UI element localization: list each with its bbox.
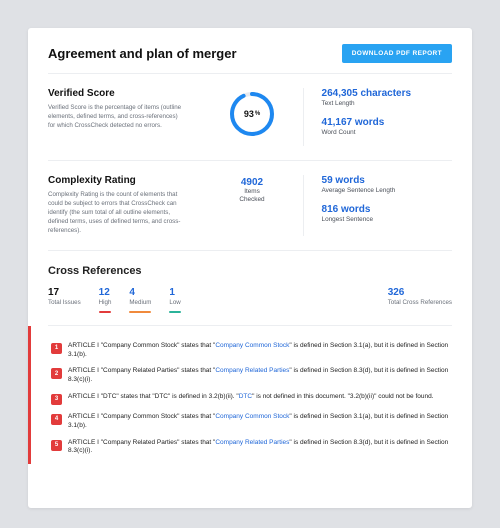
xstat-value: 12 [99,287,112,298]
severity-bar-medium [129,311,151,313]
stat-label: Average Sentence Length [322,187,452,194]
stat-longest-sentence: 816 words Longest Sentence [322,204,452,223]
issue-badge: 2 [51,368,62,379]
stat-text-length: 264,305 characters Text Length [322,88,452,107]
severity-bar-low [169,311,180,313]
stat-value: 816 words [322,204,452,215]
issue-row[interactable]: 5 ARTICLE I "Company Related Parties" sta… [51,435,452,461]
xstat-high[interactable]: 12 High [99,287,112,313]
xstat-label: Total Cross References [388,299,452,306]
stat-avg-sentence: 59 words Average Sentence Length [322,175,452,194]
complexity-title: Complexity Rating [48,175,182,186]
issue-text: ARTICLE I "Company Common Stock" states … [68,342,452,360]
xstat-value: 1 [169,287,180,298]
xstat-value: 326 [388,287,452,298]
issue-text: ARTICLE I "DTC" states that "DTC" is def… [68,393,434,405]
items-checked-block: 4902 Items Checked [202,175,303,236]
severity-bar-high [99,311,112,313]
issue-row[interactable]: 2 ARTICLE I "Company Related Parties" sta… [51,363,452,389]
page-title: Agreement and plan of merger [48,46,237,61]
defined-term-link[interactable]: DTC [239,393,252,400]
complexity-description: Complexity Rating is the count of elemen… [48,191,182,236]
items-checked-label-2: Checked [239,196,264,204]
xstat-low[interactable]: 1 Low [169,287,180,313]
issues-list: 1 ARTICLE I "Company Common Stock" states… [28,326,472,464]
issue-row[interactable]: 1 ARTICLE I "Company Common Stock" states… [51,338,452,364]
xstat-label: Medium [129,299,151,306]
stat-label: Text Length [322,100,452,107]
stat-value: 41,167 words [322,117,452,128]
issue-badge: 5 [51,440,62,451]
issue-text: ARTICLE I "Company Related Parties" stat… [68,439,452,457]
verified-score-block: Verified Score Verified Score is the per… [48,88,202,146]
cross-references-title: Cross References [48,265,452,277]
xstat-value: 4 [129,287,151,298]
issue-badge: 3 [51,394,62,405]
issue-badge: 4 [51,414,62,425]
defined-term-link[interactable]: Company Related Parties [215,439,289,446]
report-card: Agreement and plan of merger DOWNLOAD PD… [28,28,472,508]
document-stats: 264,305 characters Text Length 41,167 wo… [303,88,452,146]
stat-label: Longest Sentence [322,216,452,223]
cross-references-stats: 17 Total Issues 12 High 4 Medium 1 Low 3… [28,285,472,313]
issue-text: ARTICLE I "Company Related Parties" stat… [68,367,452,385]
stat-value: 59 words [322,175,452,186]
xstat-value: 17 [48,287,81,298]
xstat-label: Low [169,299,180,306]
stat-value: 264,305 characters [322,88,452,99]
gauge-percent-suffix: % [255,111,260,117]
defined-term-link[interactable]: Company Common Stock [215,342,289,349]
defined-term-link[interactable]: Company Common Stock [215,413,289,420]
verified-score-title: Verified Score [48,88,182,99]
issue-text: ARTICLE I "Company Common Stock" states … [68,413,452,431]
items-checked-label-1: Items [239,188,264,196]
xstat-label: Total Issues [48,299,81,306]
stat-word-count: 41,167 words Word Count [322,117,452,136]
xstat-total-issues: 17 Total Issues [48,287,81,313]
items-checked-value: 4902 [239,177,264,188]
header: Agreement and plan of merger DOWNLOAD PD… [28,28,472,73]
gauge-percent: 93 [244,109,254,119]
verified-score-description: Verified Score is the percentage of item… [48,104,182,131]
cross-references-header: Cross References [28,251,472,285]
xstat-label: High [99,299,112,306]
issue-row[interactable]: 4 ARTICLE I "Company Common Stock" states… [51,409,452,435]
issue-row[interactable]: 3 ARTICLE I "DTC" states that "DTC" is de… [51,389,452,409]
complexity-block: Complexity Rating Complexity Rating is t… [48,175,202,236]
complexity-section: Complexity Rating Complexity Rating is t… [28,161,472,250]
verified-score-gauge: 93% [202,88,303,146]
defined-term-link[interactable]: Company Related Parties [215,367,289,374]
verified-score-section: Verified Score Verified Score is the per… [28,74,472,160]
issue-badge: 1 [51,343,62,354]
document-stats-2: 59 words Average Sentence Length 816 wor… [303,175,452,236]
gauge-value: 93% [228,90,276,138]
stat-label: Word Count [322,129,452,136]
xstat-total-refs: 326 Total Cross References [388,287,452,313]
xstat-medium[interactable]: 4 Medium [129,287,151,313]
download-pdf-button[interactable]: DOWNLOAD PDF REPORT [342,44,452,63]
